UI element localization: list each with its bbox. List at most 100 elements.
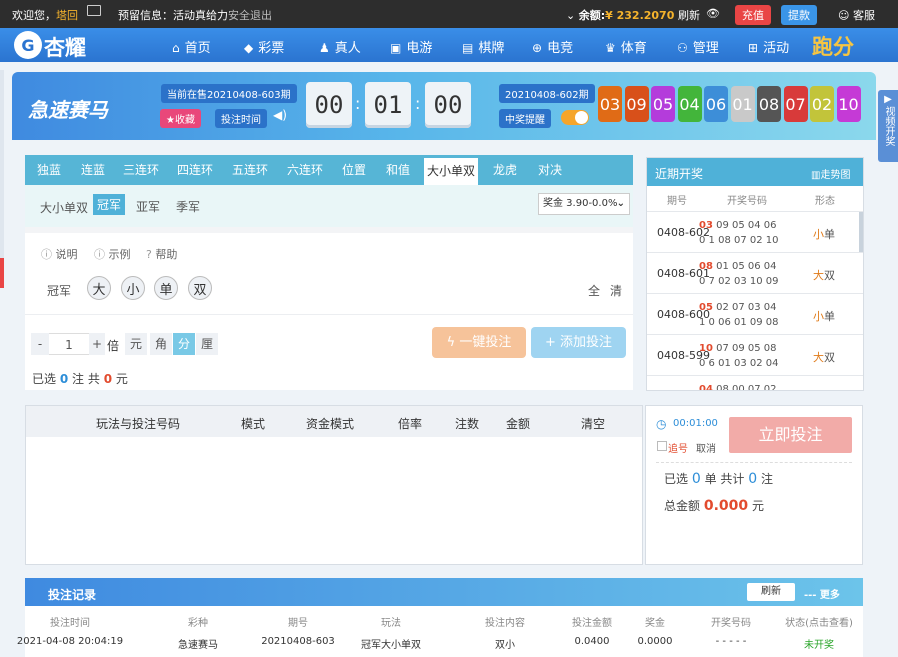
submit-timer: 00:01:00 [673,418,718,429]
recharge-button[interactable]: 充值 [735,5,771,25]
tab-play[interactable]: 六连环 [285,155,325,185]
subtab[interactable]: 亚军 [136,198,160,215]
unit-li[interactable]: 厘 [196,333,218,355]
unit-yuan[interactable]: 元 [125,333,147,355]
scrollbar[interactable] [859,212,863,252]
info-example[interactable]: ⓘ 示例 [94,246,131,262]
withdraw-button[interactable]: 提款 [781,5,817,25]
col-mode: 模式 [241,417,266,431]
info-help[interactable]: ⓘ 说明 [41,246,78,262]
nav-live[interactable]: ♟ 真人 [319,37,361,56]
subtab[interactable]: 季军 [176,198,200,215]
option-even[interactable]: 双 [188,276,212,300]
eye-icon[interactable]: 👁 [706,7,720,20]
subtab-bar: 大小单双 冠军 亚军 季军 奖金 3.90-0.0% ⌄ [25,185,633,227]
nav-events[interactable]: ⊞ 活动 [748,37,789,56]
logo-icon: G [14,31,42,59]
win-reminder-label: 中奖提醒 [499,109,551,128]
brand-logo[interactable]: 杏耀 [44,32,86,62]
chase-label[interactable]: 追号 [668,440,688,455]
nav-manage[interactable]: ⚇ 管理 [677,37,719,56]
tab-play[interactable]: 四连环 [175,155,215,185]
clear-cart-button[interactable]: 清空 [581,415,605,432]
recent-shape: 大双 [813,351,835,364]
add-bet-button[interactable]: + 添加投注 [531,327,626,358]
pick-label: 冠军 [47,284,72,298]
refresh-link[interactable]: 刷新 [678,7,700,23]
nav-cards[interactable]: ▤ 棋牌 [462,37,504,56]
col-fund: 资金模式 [306,417,355,431]
colon: : [355,94,361,113]
chase-checkbox[interactable] [657,441,667,451]
tab-play[interactable]: 五连环 [230,155,270,185]
tab-play-active[interactable]: 大小单双 [424,158,478,185]
submit-panel: ◷ 00:01:00 追号 取消 立即投注 已选 0 单 共计 0 注 总金额 … [645,405,863,565]
records-more-link[interactable]: --- 更多 [804,586,840,601]
recent-shape: 小单 [813,310,835,323]
multiplier-input[interactable]: 1 [49,333,89,355]
subtab[interactable]: 大小单双 [40,199,88,216]
select-all[interactable]: 全 [588,282,600,299]
records-cell[interactable]: 未开奖 [804,636,834,651]
info-help-link[interactable]: ? 帮助 [146,246,177,262]
countdown-minutes: 01 [365,82,411,128]
sound-icon[interactable]: ◀) [273,108,287,122]
logout-link[interactable]: 安全退出 [228,7,272,23]
multiplier-controls: - 1 + 倍 元 角 分 厘 [31,333,221,357]
col-count: 注数 [455,417,480,431]
cart-header: 玩法与投注号码 模式 资金模式 倍率 注数 金额 清空 [26,406,642,437]
quick-bet-button[interactable]: ϟ 一键投注 [432,327,526,358]
records-refresh-button[interactable]: 刷新 [747,583,795,601]
video-tab[interactable]: ▶ 视频开奖 [878,90,898,162]
nav-lottery[interactable]: ◆ 彩票 [244,37,284,56]
option-odd[interactable]: 单 [154,276,178,300]
recent-row: 04 08 00 07 02 0 [647,376,863,390]
promo-banner[interactable]: 跑分 [812,31,854,61]
users-icon: ⚇ [677,41,688,55]
tab-play[interactable]: 独蓝 [31,155,67,185]
cancel-link[interactable]: 取消 [696,440,716,455]
option-small[interactable]: 小 [121,276,145,300]
result-ball: 06 [704,86,728,122]
trend-link[interactable]: ▥走势图 [811,166,850,181]
tab-play[interactable]: 龙虎 [489,155,521,185]
nav-home[interactable]: ⌂ 首页 [172,37,211,56]
plus-button[interactable]: + [89,333,105,355]
minus-button[interactable]: - [31,333,49,355]
records-col: 期号 [288,618,308,629]
notice: 预留信息：活动真给力 [118,9,228,22]
nav-esports[interactable]: ⊕ 电竞 [532,37,573,56]
win-reminder-toggle[interactable] [561,110,589,125]
records-col: 投注金额 [572,618,612,629]
tab-play[interactable]: 对决 [534,155,566,185]
unit-jiao[interactable]: 角 [150,333,172,355]
last-issue: 20210408-602期 [499,84,595,103]
clear-selection[interactable]: 清 [610,282,622,299]
recent-header: 近期开奖 ▥走势图 [647,158,863,186]
option-big[interactable]: 大 [87,276,111,300]
result-ball: 10 [836,86,861,122]
bet-now-button[interactable]: 立即投注 [729,417,852,453]
unit-fen-active[interactable]: 分 [173,333,195,355]
play-icon: ▶ [884,94,892,105]
nav-slots[interactable]: ▣ 电游 [390,37,432,56]
records-cell: 0.0000 [637,636,673,647]
tab-play[interactable]: 三连环 [121,155,161,185]
col-numbers: 开奖号码 [727,196,767,207]
multiplier-unit: 倍 [107,339,120,353]
nav-bar: G 杏耀 ⌂ 首页 ◆ 彩票 ♟ 真人 ▣ 电游 ▤ 棋牌 ⊕ 电竞 ♛ 体育 ⚇ 管理 ⊞ 活动… [0,28,898,62]
favorite-button[interactable]: ★收藏 [160,109,201,128]
pick-options: 大 小 单 双 [87,276,247,302]
subtab-active[interactable]: 冠军 [93,194,126,215]
trophy-icon: ♛ [605,41,616,55]
mail-icon[interactable] [87,5,101,16]
tab-play[interactable]: 和值 [382,155,414,185]
bet-cart: 玩法与投注号码 模式 资金模式 倍率 注数 金额 清空 [25,405,643,565]
nav-sports[interactable]: ♛ 体育 [605,37,647,56]
bet-time-button[interactable]: 投注时间 [215,109,267,128]
service-link[interactable]: ☺ 客服 [838,7,875,23]
bonus-select[interactable]: 奖金 3.90-0.0% ⌄ [538,193,630,215]
tab-play[interactable]: 连蓝 [73,155,113,185]
recent-numbers: 03 09 05 04 06 0 1 08 07 02 10 [699,220,779,246]
tab-play[interactable]: 位置 [338,155,370,185]
